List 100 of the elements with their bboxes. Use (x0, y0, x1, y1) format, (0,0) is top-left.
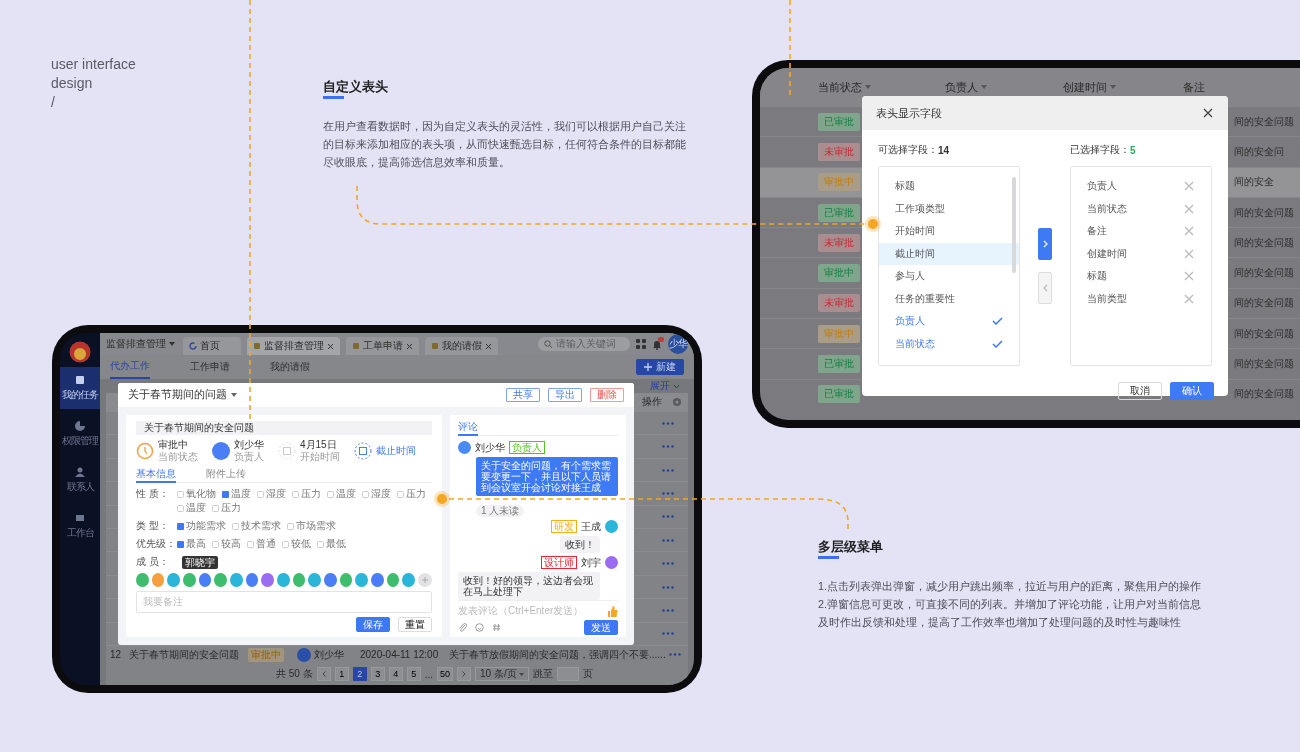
option-label[interactable]: 较低 (291, 537, 311, 551)
member-avatar[interactable] (386, 573, 400, 587)
page-size-select[interactable]: 10 条/页 (475, 667, 529, 682)
member-avatar[interactable] (151, 573, 165, 587)
sidebar-item[interactable]: 联系人 (60, 459, 100, 501)
sidebar-item[interactable]: 我的任务 (60, 367, 100, 409)
field-option[interactable]: 参与人 (879, 265, 1019, 288)
more-icon[interactable] (662, 445, 674, 449)
page-tab[interactable]: 工作申请 (190, 355, 230, 379)
checkbox-icon[interactable] (327, 490, 334, 498)
option-label[interactable]: 最低 (326, 537, 346, 551)
column-header[interactable]: 创建时间 (1063, 79, 1107, 95)
more-icon[interactable] (662, 538, 674, 542)
more-icon[interactable] (662, 608, 674, 612)
action-button[interactable]: 导出 (548, 388, 582, 402)
close-button[interactable] (1202, 107, 1214, 119)
member-avatar[interactable] (198, 573, 212, 587)
close-icon[interactable] (485, 342, 492, 350)
checkbox-icon[interactable] (397, 490, 404, 498)
send-button[interactable]: 发送 (584, 620, 618, 635)
new-button[interactable]: 新建 (636, 359, 684, 375)
checkbox-icon[interactable] (177, 540, 184, 548)
checkbox-icon[interactable] (212, 540, 219, 548)
close-icon[interactable] (327, 342, 334, 350)
browser-tab[interactable]: 工单申请 (346, 337, 419, 355)
option-label[interactable]: 压力 (406, 487, 426, 501)
browser-tab[interactable]: 我的请假 (425, 337, 498, 355)
checkbox-icon[interactable] (212, 504, 219, 512)
page-button[interactable]: 3 (370, 667, 385, 682)
field-option[interactable]: 负责人 (879, 310, 1019, 333)
comments-tab[interactable]: 评论 (458, 420, 478, 436)
attachment-icon[interactable] (458, 623, 467, 632)
checkbox-icon[interactable] (177, 522, 184, 530)
browser-tab[interactable]: 监督排查管理 (247, 337, 340, 355)
reset-button[interactable]: 重置 (398, 617, 432, 632)
remove-button[interactable] (1183, 180, 1195, 193)
remove-button[interactable] (1183, 202, 1195, 215)
member-avatar[interactable] (324, 573, 337, 587)
more-icon[interactable] (662, 585, 674, 589)
checkbox-icon[interactable] (177, 490, 184, 498)
previous-page-button[interactable] (316, 667, 331, 682)
scrollbar[interactable] (1012, 177, 1016, 273)
more-icon[interactable] (662, 468, 674, 472)
move-right-button[interactable] (1038, 228, 1052, 260)
apps-grid-icon[interactable] (636, 339, 646, 349)
page-tab[interactable]: 我的请假 (270, 355, 310, 379)
member-avatar[interactable] (167, 573, 180, 587)
user-avatar[interactable]: 少华 (668, 334, 688, 354)
next-page-button[interactable] (457, 667, 472, 682)
member-avatar[interactable] (308, 573, 322, 587)
checkbox-icon[interactable] (362, 490, 369, 498)
page-button[interactable]: 4 (388, 667, 403, 682)
settings-icon[interactable] (672, 397, 682, 407)
page-button[interactable]: 2 (352, 667, 367, 682)
browser-tab[interactable]: 首页 (183, 337, 241, 355)
member-avatar[interactable] (214, 573, 228, 587)
more-icon[interactable] (662, 491, 674, 495)
more-icon[interactable] (662, 515, 674, 519)
page-button[interactable]: 1 (334, 667, 349, 682)
option-label[interactable]: 温度 (336, 487, 356, 501)
app-menu[interactable]: 监督排查管理 (106, 337, 166, 351)
option-label[interactable]: 技术需求 (241, 519, 281, 533)
member-avatar[interactable] (277, 573, 290, 587)
action-button[interactable]: 删除 (590, 388, 624, 402)
checkbox-icon[interactable] (232, 522, 239, 530)
checkbox-icon[interactable] (222, 490, 229, 498)
column-header[interactable]: 备注 (1183, 79, 1205, 95)
thumbs-up-icon[interactable] (607, 605, 618, 617)
option-label[interactable]: 普通 (256, 537, 276, 551)
remove-button[interactable] (1183, 225, 1195, 238)
option-label[interactable]: 压力 (221, 501, 241, 515)
cancel-button[interactable]: 取消 (1118, 382, 1162, 400)
option-label[interactable]: 最高 (186, 537, 206, 551)
member-avatar[interactable] (371, 573, 384, 587)
page-button[interactable]: 50 (437, 667, 454, 682)
member-avatar[interactable] (230, 573, 243, 587)
emoji-icon[interactable] (475, 623, 484, 632)
confirm-button[interactable]: 确认 (1170, 382, 1214, 400)
sidebar-item[interactable]: 权限管理 (60, 413, 100, 455)
checkbox-icon[interactable] (287, 522, 294, 530)
checkbox-icon[interactable] (292, 490, 299, 498)
remove-button[interactable] (1183, 292, 1195, 305)
add-member-icon[interactable] (418, 573, 433, 587)
member-avatar[interactable] (355, 573, 369, 587)
member-avatar[interactable] (245, 573, 259, 587)
caret-icon[interactable] (231, 393, 237, 397)
option-label[interactable]: 较高 (221, 537, 241, 551)
close-icon[interactable] (406, 342, 413, 350)
field-option[interactable]: 截止时间 (879, 242, 1019, 265)
member-avatar[interactable] (261, 573, 275, 587)
option-label[interactable]: 功能需求 (186, 519, 226, 533)
field-option[interactable]: 开始时间 (879, 220, 1019, 243)
checkbox-icon[interactable] (317, 540, 324, 548)
option-label[interactable]: 温度 (231, 487, 251, 501)
member-avatar[interactable] (292, 573, 306, 587)
field-option[interactable]: 任务的重要性 (879, 287, 1019, 310)
more-icon[interactable] (662, 562, 674, 566)
column-header[interactable]: 当前状态 (818, 79, 862, 95)
checkbox-icon[interactable] (247, 540, 254, 548)
more-icon[interactable] (662, 421, 674, 425)
